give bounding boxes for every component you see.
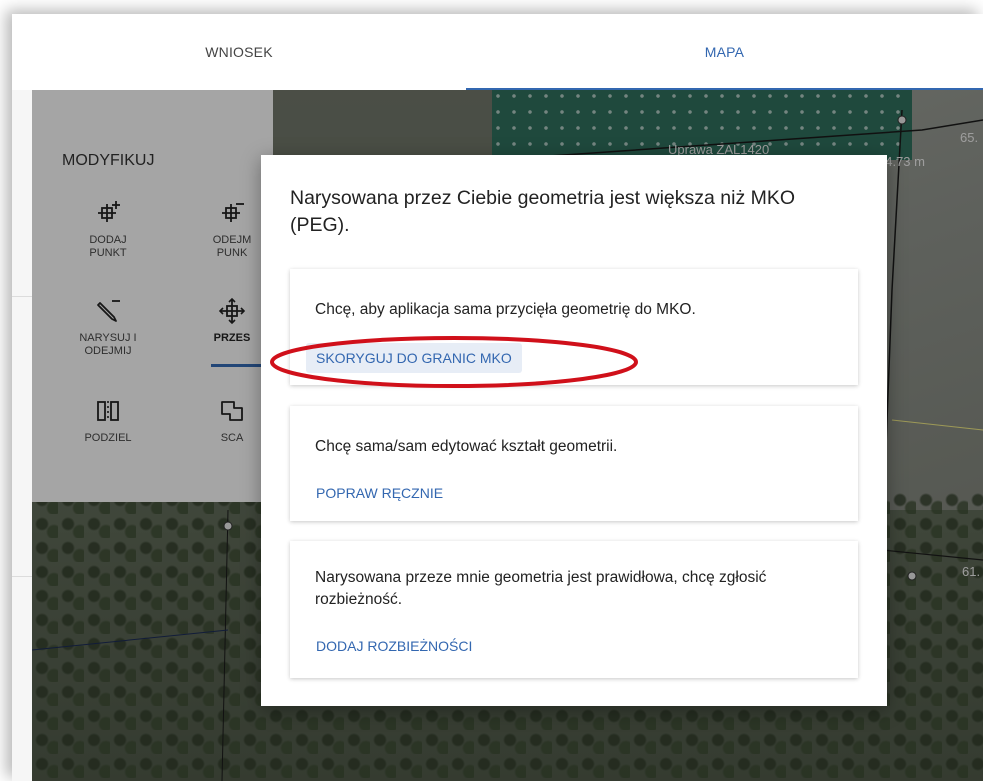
tab-wniosek[interactable]: WNIOSEK <box>12 14 466 90</box>
correct-to-mko-button[interactable]: SKORYGUJ DO GRANIC MKO <box>306 343 522 373</box>
geometry-dialog: Narysowana przez Ciebie geometria jest w… <box>261 155 887 706</box>
dialog-title: Narysowana przez Ciebie geometria jest w… <box>290 187 796 236</box>
tab-bar: WNIOSEK MAPA <box>12 14 983 90</box>
fix-manually-button[interactable]: POPRAW RĘCZNIE <box>306 478 453 508</box>
left-strip <box>12 90 32 781</box>
option-text: Chcę, aby aplikacja sama przycięła geome… <box>315 301 696 318</box>
option-card-manual-edit: Chcę sama/sam edytować kształt geometrii… <box>290 406 858 521</box>
option-card-auto-trim: Chcę, aby aplikacja sama przycięła geome… <box>290 269 858 385</box>
option-text: Narysowana przeze mnie geometria jest pr… <box>315 569 767 608</box>
option-card-report-discrepancy: Narysowana przeze mnie geometria jest pr… <box>290 541 858 678</box>
option-text: Chcę sama/sam edytować kształt geometrii… <box>315 438 618 455</box>
tab-mapa[interactable]: MAPA <box>466 14 983 90</box>
add-discrepancy-button[interactable]: DODAJ ROZBIEŻNOŚCI <box>306 631 482 661</box>
